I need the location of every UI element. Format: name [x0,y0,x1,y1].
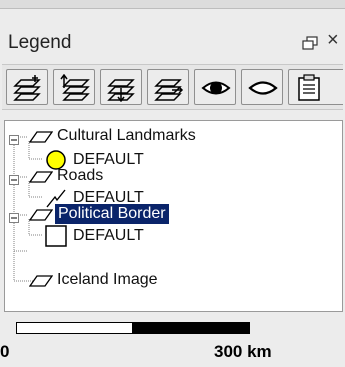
layer-icon [28,130,54,149]
top-divider [0,0,345,9]
move-layer-up-button[interactable] [53,69,95,105]
add-layer-button[interactable] [6,69,48,105]
scale-bar: 0 300 km [0,318,345,367]
legend-properties-button[interactable] [288,69,343,105]
scale-start-label: 0 [0,342,10,361]
move-layer-down-button[interactable] [100,69,142,105]
layer-label-roads[interactable]: Roads [57,166,103,186]
show-layer-button[interactable] [194,69,236,105]
dock-icon[interactable] [302,36,318,50]
square-symbol-icon [45,225,67,252]
legend-panel: Legend × Cultural Landmarks DEFAULT Road… [0,0,345,367]
panel-title: Legend [8,32,72,53]
expand-toggle[interactable] [9,210,19,228]
layer-tree: Cultural Landmarks DEFAULT Roads DEFAULT… [4,120,343,312]
scale-bar-filled-segment [132,323,250,333]
expand-toggle[interactable] [9,172,19,190]
layer-properties-button[interactable] [147,69,189,105]
close-icon[interactable]: × [327,30,339,50]
layer-icon [28,274,54,293]
hide-layer-button[interactable] [241,69,283,105]
scale-end-label: 300 km [214,342,272,361]
layer-label-political-border[interactable]: Political Border [55,204,169,224]
legend-toolbar [2,64,343,110]
layer-label-iceland-image[interactable]: Iceland Image [57,270,158,290]
expand-toggle[interactable] [9,132,19,150]
layer-label-cultural-landmarks[interactable]: Cultural Landmarks [57,126,196,146]
class-label-default[interactable]: DEFAULT [73,226,144,246]
legend-titlebar: Legend × [0,22,345,62]
